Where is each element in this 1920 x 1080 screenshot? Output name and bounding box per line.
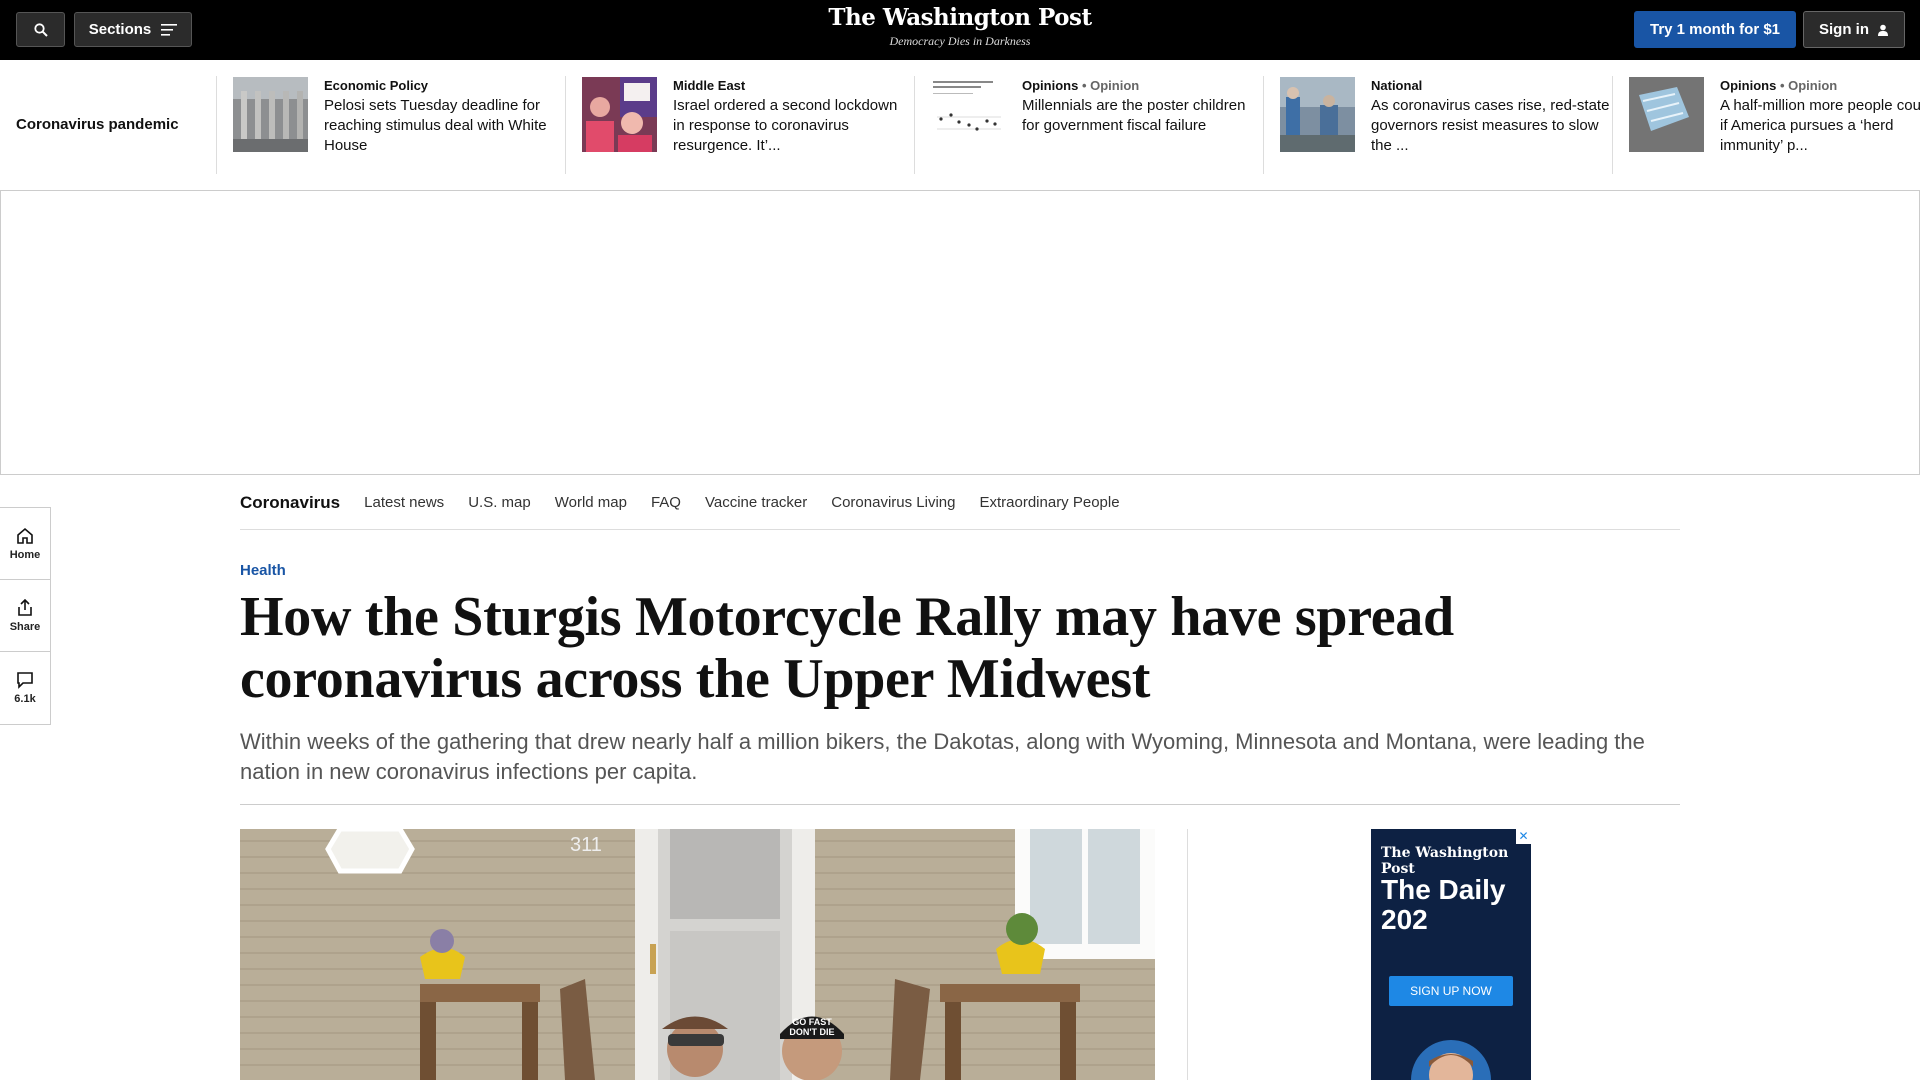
- section-nav-extraordinary-people[interactable]: Extraordinary People: [979, 494, 1119, 511]
- ad-signup-button[interactable]: SIGN UP NOW: [1389, 976, 1513, 1006]
- sections-button[interactable]: Sections: [74, 12, 192, 47]
- search-button[interactable]: [16, 12, 65, 47]
- lead-photo[interactable]: 311 GO FAST DON'T DIE: [240, 829, 1155, 1080]
- strip-divider: [1612, 76, 1613, 174]
- search-icon: [33, 22, 48, 37]
- coronavirus-story-strip: Coronavirus pandemic Economic Policy Pel…: [0, 60, 1920, 191]
- strip-story-3[interactable]: Opinions • Opinion Millennials are the p…: [931, 77, 1263, 157]
- section-nav-vaccine-tracker[interactable]: Vaccine tracker: [705, 494, 807, 511]
- strip-label[interactable]: Coronavirus pandemic: [16, 116, 179, 133]
- story-headline[interactable]: Millennials are the poster children for …: [1022, 96, 1262, 136]
- top-ad-slot: [0, 191, 1920, 475]
- comment-count: 6.1k: [14, 693, 36, 705]
- story-thumbnail[interactable]: [931, 77, 1006, 152]
- masthead[interactable]: The Washington Post Democracy Dies in Da…: [760, 4, 1160, 49]
- home-button[interactable]: Home: [0, 508, 50, 580]
- site-logo[interactable]: The Washington Post: [760, 4, 1160, 31]
- sections-label: Sections: [88, 21, 152, 38]
- story-thumbnail[interactable]: [1629, 77, 1704, 152]
- strip-divider: [1263, 76, 1264, 174]
- house-number: 311: [570, 834, 602, 856]
- sign-in-button[interactable]: Sign in: [1803, 11, 1905, 48]
- story-headline[interactable]: Israel ordered a second lockdown in resp…: [673, 96, 913, 156]
- strip-divider: [216, 76, 217, 174]
- strip-divider: [565, 76, 566, 174]
- section-nav-latest-news[interactable]: Latest news: [364, 494, 444, 511]
- strip-story-1[interactable]: Economic Policy Pelosi sets Tuesday dead…: [233, 77, 565, 157]
- story-kicker: Opinions • Opinion: [1022, 78, 1140, 93]
- sign-in-label: Sign in: [1819, 21, 1869, 38]
- column-divider: [1187, 829, 1188, 1080]
- site-tagline: Democracy Dies in Darkness: [889, 34, 1031, 48]
- share-icon: [18, 598, 32, 616]
- share-label: Share: [9, 620, 41, 633]
- story-kicker: Middle East: [673, 78, 746, 93]
- cap-text-line-2: DON'T DIE: [789, 1027, 834, 1037]
- story-headline[interactable]: As coronavirus cases rise, red-state gov…: [1371, 96, 1611, 156]
- sidebar-newsletter-ad[interactable]: ✕ The Washington Post The Daily 202 SIGN…: [1371, 829, 1531, 1080]
- menu-icon: [161, 23, 178, 36]
- strip-story-5[interactable]: Opinions • Opinion A half-million more p…: [1629, 77, 1920, 157]
- top-navigation-bar: Sections The Washington Post Democracy D…: [0, 0, 1920, 60]
- section-nav-faq[interactable]: FAQ: [651, 494, 681, 511]
- section-navigation: Coronavirus Latest news U.S. map World m…: [240, 476, 1680, 530]
- ad-title: The Daily 202: [1381, 874, 1506, 935]
- strip-story-4[interactable]: National As coronavirus cases rise, red-…: [1280, 77, 1612, 157]
- comments-button[interactable]: 6.1k: [0, 652, 50, 724]
- home-icon: [17, 527, 33, 544]
- section-nav-world-map[interactable]: World map: [555, 494, 627, 511]
- subscribe-offer-button[interactable]: Try 1 month for $1: [1634, 11, 1796, 48]
- article-subheadline: Within weeks of the gathering that drew …: [240, 729, 1645, 784]
- section-nav-coronavirus-living[interactable]: Coronavirus Living: [831, 494, 955, 511]
- section-nav-title[interactable]: Coronavirus: [240, 493, 340, 513]
- share-button[interactable]: Share: [0, 580, 50, 652]
- story-thumbnail[interactable]: [233, 77, 308, 152]
- home-label: Home: [9, 548, 41, 561]
- ad-close-icon[interactable]: ✕: [1516, 829, 1531, 844]
- ad-portrait: [1411, 1040, 1491, 1080]
- comment-icon: [17, 672, 33, 689]
- header-divider: [240, 804, 1680, 805]
- story-headline[interactable]: A half-million more people could die if …: [1720, 96, 1920, 156]
- cap-text-line-1: GO FAST: [792, 1017, 832, 1027]
- article-kicker[interactable]: Health: [240, 562, 286, 579]
- user-icon: [1878, 24, 1888, 36]
- story-kicker: National: [1371, 78, 1423, 93]
- story-thumbnail[interactable]: [582, 77, 657, 152]
- strip-story-2[interactable]: Middle East Israel ordered a second lock…: [582, 77, 914, 157]
- section-nav-us-map[interactable]: U.S. map: [468, 494, 531, 511]
- story-kicker: Opinions • Opinion: [1720, 78, 1838, 93]
- ad-logo: The Washington Post: [1381, 845, 1509, 877]
- strip-divider: [914, 76, 915, 174]
- article-title: How the Sturgis Motorcycle Rally may hav…: [240, 586, 1454, 710]
- story-kicker: Economic Policy: [324, 78, 429, 93]
- story-headline[interactable]: Pelosi sets Tuesday deadline for reachin…: [324, 96, 564, 156]
- left-action-rail: Home Share 6.1k: [0, 507, 51, 725]
- story-thumbnail[interactable]: [1280, 77, 1355, 152]
